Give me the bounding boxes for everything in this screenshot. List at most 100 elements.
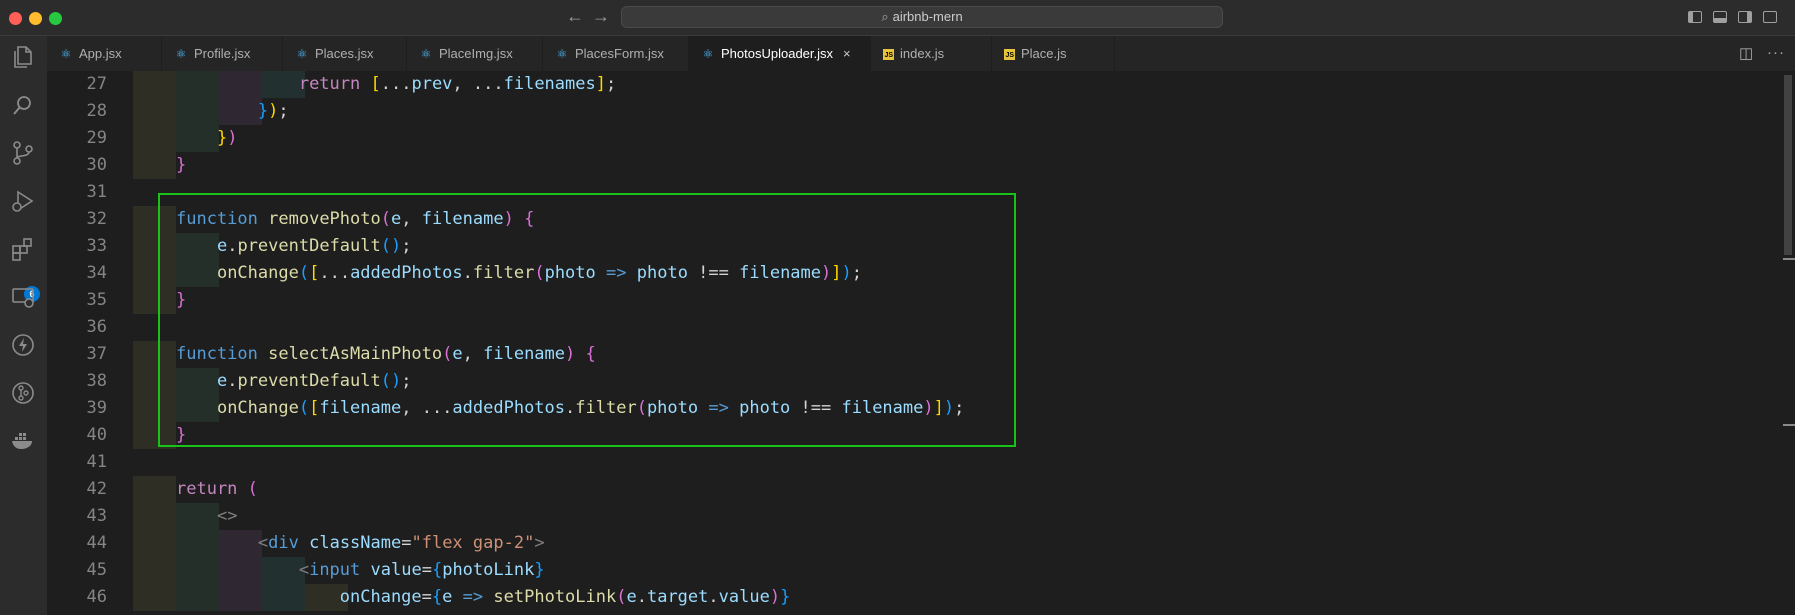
maximize-window-button[interactable] — [49, 12, 62, 25]
search-icon: ⌕ — [881, 9, 889, 24]
indent-guide — [133, 395, 176, 422]
run-debug-icon[interactable] — [10, 188, 36, 214]
indent-guide — [133, 287, 176, 314]
toggle-panel-icon[interactable] — [1713, 11, 1727, 23]
source-control-icon[interactable] — [10, 140, 36, 166]
scroll-marker — [1783, 258, 1795, 260]
code-line: 37 function selectAsMainPhoto(e, filenam… — [47, 341, 1787, 368]
line-number: 36 — [86, 317, 107, 337]
code-text: return ( — [176, 479, 258, 499]
indent-guide — [133, 476, 176, 503]
code-text: } — [176, 155, 187, 175]
search-label: airbnb-mern — [892, 9, 963, 24]
indent-guide — [133, 341, 176, 368]
line-number: 45 — [86, 560, 107, 580]
code-line: 32 function removePhoto(e, filename) { — [47, 206, 1787, 233]
code-text: e.preventDefault(); — [216, 371, 412, 391]
code-line: 42 return ( — [47, 476, 1787, 503]
close-tab-icon[interactable]: × — [843, 46, 851, 61]
code-text: <> — [216, 506, 238, 526]
js-icon: JS — [883, 49, 894, 61]
forward-arrow-icon[interactable]: → — [592, 6, 610, 27]
tab-place-js[interactable]: JS Place.js — [992, 36, 1115, 71]
line-number: 44 — [86, 533, 107, 553]
toggle-primary-sidebar-icon[interactable] — [1688, 11, 1702, 23]
line-number: 41 — [86, 452, 107, 472]
tab-label: PhotosUploader.jsx — [721, 46, 834, 61]
tab-profile-jsx[interactable]: ⚛ Profile.jsx — [162, 36, 283, 71]
toggle-secondary-sidebar-icon[interactable] — [1738, 11, 1752, 23]
title-bar: ← → ⌕ airbnb-mern — [0, 0, 1795, 36]
line-number: 32 — [86, 209, 107, 229]
tab-label: PlaceImg.jsx — [439, 46, 513, 61]
close-window-button[interactable] — [9, 12, 22, 25]
extensions-icon[interactable] — [10, 236, 36, 262]
code-text: function selectAsMainPhoto(e, filename) … — [176, 344, 596, 364]
scrollbar-thumb[interactable] — [1784, 75, 1792, 255]
tab-app-jsx[interactable]: ⚛ App.jsx — [47, 36, 162, 71]
line-number: 33 — [86, 236, 107, 256]
split-editor-icon[interactable]: ◫ — [1739, 44, 1753, 62]
code-line: 45 <input value={photoLink} — [47, 557, 1787, 584]
tab-label: index.js — [900, 46, 945, 61]
tab-index-js[interactable]: JS index.js — [871, 36, 992, 71]
tab-label: Places.jsx — [315, 46, 374, 61]
line-number: 38 — [86, 371, 107, 391]
code-line: 41 — [47, 449, 1787, 476]
code-text: <input value={photoLink} — [298, 560, 545, 580]
line-number: 35 — [86, 290, 107, 310]
docker-icon[interactable] — [10, 428, 36, 454]
code-line: 31 — [47, 179, 1787, 206]
indent-guide — [133, 206, 176, 233]
customize-layout-icon[interactable] — [1763, 11, 1777, 23]
indent-guide — [133, 98, 176, 125]
gitlens-icon[interactable] — [10, 380, 36, 406]
indent-guide — [133, 125, 176, 152]
remote-explorer-icon[interactable] — [10, 284, 36, 310]
code-line: 30 } — [47, 152, 1787, 179]
line-number: 34 — [86, 263, 107, 283]
thunder-client-icon[interactable] — [10, 332, 36, 358]
code-line: 40 } — [47, 422, 1787, 449]
tab-label: Place.js — [1021, 46, 1067, 61]
tab-photosuploader-jsx[interactable]: ⚛ PhotosUploader.jsx × — [689, 36, 871, 71]
line-number: 28 — [86, 101, 107, 121]
code-text: }) — [216, 128, 238, 148]
code-line: 36 — [47, 314, 1787, 341]
line-number: 29 — [86, 128, 107, 148]
code-text: onChange={e => setPhotoLink(e.target.val… — [339, 587, 791, 607]
code-line: 39 onChange([filename, ...addedPhotos.fi… — [47, 395, 1787, 422]
line-number: 40 — [86, 425, 107, 445]
more-actions-icon[interactable]: ··· — [1767, 44, 1785, 61]
indent-guide — [133, 557, 176, 584]
code-line: 33 e.preventDefault(); — [47, 233, 1787, 260]
indent-guide — [133, 152, 176, 179]
code-line: 43 <> — [47, 503, 1787, 530]
code-line: 29 }) — [47, 125, 1787, 152]
react-icon: ⚛ — [702, 47, 714, 61]
line-number: 43 — [86, 506, 107, 526]
code-editor[interactable]: 27 return [...prev, ...filenames]; 28 })… — [47, 71, 1795, 615]
code-text: return [...prev, ...filenames]; — [298, 74, 617, 94]
explorer-files-icon[interactable] — [10, 44, 36, 70]
minimize-window-button[interactable] — [29, 12, 42, 25]
react-icon: ⚛ — [175, 47, 187, 61]
line-number: 37 — [86, 344, 107, 364]
code-text: <div className="flex gap-2"> — [257, 533, 545, 553]
back-arrow-icon[interactable]: ← — [566, 6, 584, 27]
code-line: 46 onChange={e => setPhotoLink(e.target.… — [47, 584, 1787, 611]
line-number: 27 — [86, 74, 107, 94]
code-text: } — [176, 290, 187, 310]
tab-label: Profile.jsx — [194, 46, 251, 61]
js-icon: JS — [1004, 49, 1015, 61]
code-text: } — [176, 425, 187, 445]
line-number: 31 — [86, 182, 107, 202]
code-line: 27 return [...prev, ...filenames]; — [47, 71, 1787, 98]
command-center-search[interactable]: ⌕ airbnb-mern — [621, 6, 1223, 28]
tab-placeimg-jsx[interactable]: ⚛ PlaceImg.jsx — [407, 36, 543, 71]
tab-places-jsx[interactable]: ⚛ Places.jsx — [283, 36, 407, 71]
search-icon[interactable] — [10, 92, 36, 118]
tab-placesform-jsx[interactable]: ⚛ PlacesForm.jsx — [543, 36, 689, 71]
indent-guide — [133, 71, 176, 98]
line-number: 39 — [86, 398, 107, 418]
